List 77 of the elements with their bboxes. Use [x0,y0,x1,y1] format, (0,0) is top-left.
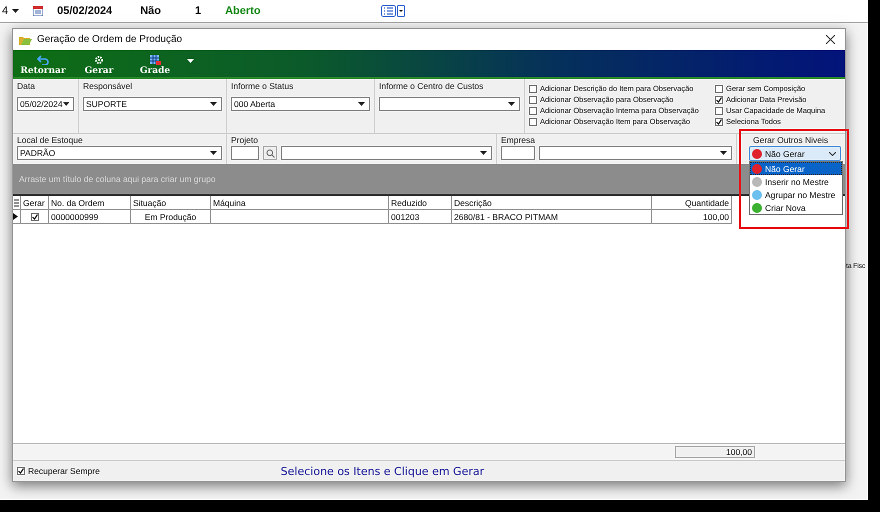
total-field: 100,00 [675,446,755,458]
window-title: Geração de Ordem de Produção [37,34,182,45]
column-header[interactable]: Quantidade [652,196,732,210]
field-label: Responsável [83,81,134,91]
combo-value: 4 [2,5,8,17]
gear-icon [94,55,104,65]
date-text: 05/02/2024 [57,5,112,17]
flag-text: Não [140,5,161,17]
field-label: Empresa [501,135,536,145]
input-field[interactable] [501,146,535,160]
dropdown-option[interactable]: Inserir no Mestre [750,175,842,188]
checkbox[interactable] [715,96,723,104]
column-header[interactable]: Máquina [211,196,389,210]
status-message: Selecione os Itens e Clique em Gerar [280,464,486,478]
column-chooser-icon[interactable] [13,198,20,206]
caret-icon [720,151,727,155]
table-cell: 0000000999 [49,210,131,224]
dropdown[interactable]: 000 Aberta [231,97,370,111]
toolbar-button[interactable]: Gerar [73,55,125,77]
checkbox[interactable] [30,212,38,220]
group-panel-hint: Arraste um título de coluna aqui para criar um grupo [19,174,216,184]
checkbox[interactable] [17,467,25,475]
back-arrow-icon [37,55,49,65]
dropdown-option[interactable]: Criar Nova [750,201,842,214]
checkbox[interactable] [715,118,723,126]
field-label: Local de Estoque [17,135,84,145]
caret-icon [62,102,69,106]
table-cell: 100,00 [652,210,732,224]
checkbox[interactable] [715,106,723,114]
checkbox[interactable] [529,106,537,114]
column-header[interactable]: No. da Ordem [49,196,131,210]
toolbar-button[interactable]: Retornar [17,55,69,77]
row-indicator-icon [13,213,18,220]
column-header[interactable]: Situação [131,196,211,210]
checkbox[interactable] [715,84,723,92]
caret-icon [508,102,515,106]
table-cell: 2680/81 - BRACO PITMAM [452,210,652,224]
dropdown[interactable]: PADRÃO [17,146,222,160]
count-text: 1 [194,5,202,17]
dropdown[interactable]: Não Gerar [749,146,841,161]
folder-icon [19,34,32,44]
caret-icon [210,102,217,106]
field-label: Informe o Status [231,81,294,91]
column-header[interactable]: Reduzido [389,196,452,210]
caret-icon [358,102,365,106]
field-label: Projeto [231,135,259,145]
field-label: Data [17,81,36,91]
date-field[interactable]: 05/02/2024 [17,97,74,111]
dropdown-option[interactable]: Agrupar no Mestre [750,188,842,201]
dropdown[interactable] [539,146,732,160]
checkbox[interactable] [529,84,537,92]
table-cell: 001203 [389,210,452,224]
column-header[interactable]: Gerar [21,196,49,210]
checkbox[interactable] [529,96,537,104]
field-label: Informe o Centro de Custos [379,81,484,91]
chevron-icon [829,152,836,156]
table-icon [150,55,160,65]
calendar-icon [33,6,44,16]
column-header[interactable]: Descrição [452,196,652,210]
status-text: Aberto [225,5,261,17]
list-icon[interactable] [380,5,405,17]
caret-icon[interactable] [187,59,194,63]
caret-icon [12,9,20,13]
toolbar-button[interactable]: Grade [129,55,181,77]
option-label: Recuperar Sempre [28,466,100,476]
field-label: Gerar Outros Niveis [752,135,830,145]
input-field[interactable] [231,146,259,160]
dropdown[interactable] [281,146,492,160]
caret-icon [480,151,487,155]
checkbox[interactable] [529,118,537,126]
dropdown[interactable]: SUPORTE [83,97,222,111]
caret-icon [210,151,217,155]
dropdown[interactable] [379,97,520,111]
search-button[interactable] [263,146,277,160]
close-icon[interactable] [826,35,835,44]
dropdown-option[interactable]: Não Gerar [750,162,842,175]
table-cell: Em Produção [131,210,211,224]
